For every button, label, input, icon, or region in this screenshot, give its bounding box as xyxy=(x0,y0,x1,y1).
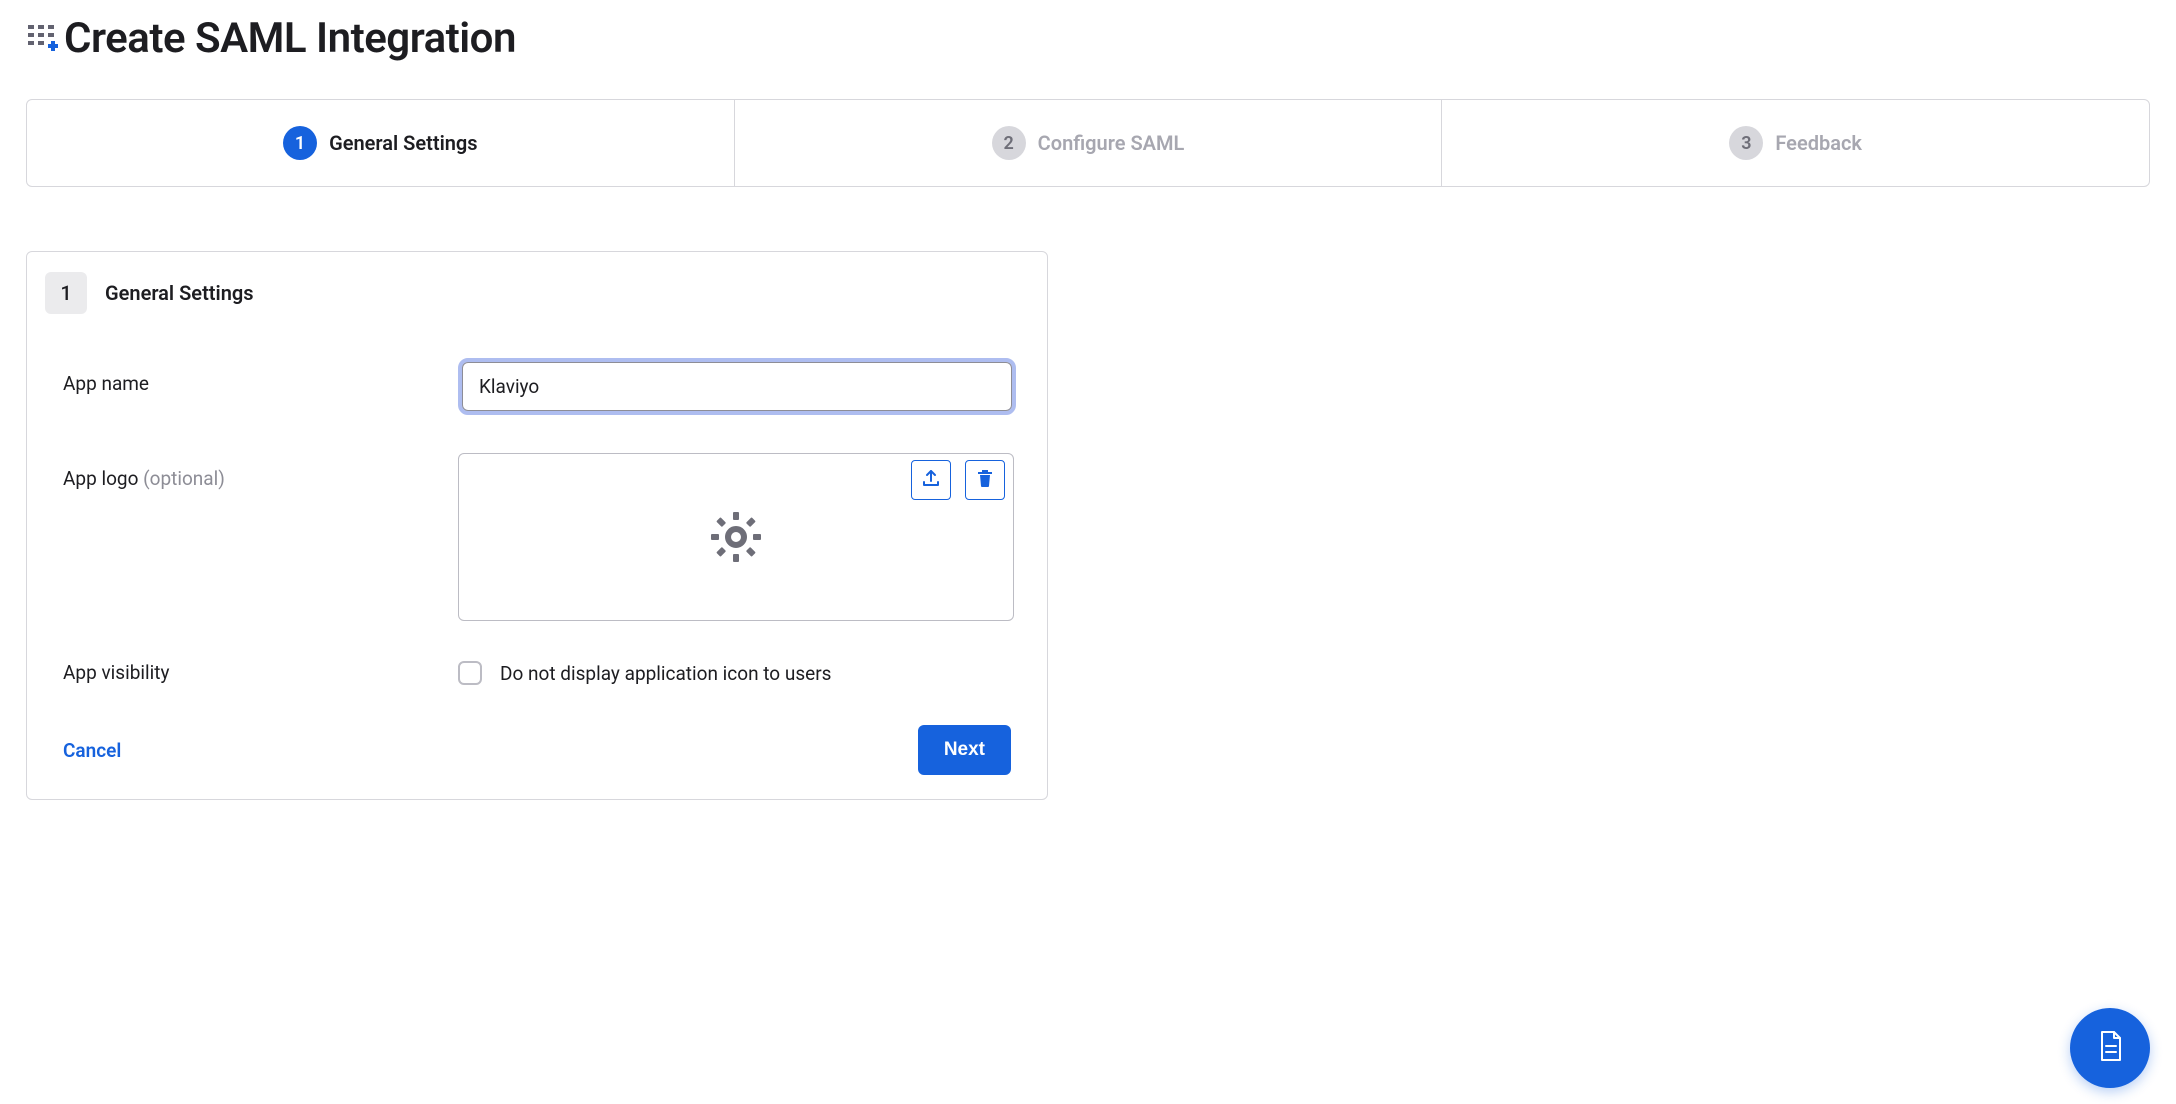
trash-icon xyxy=(976,468,994,492)
section-title: General Settings xyxy=(105,281,254,305)
step-label-3: Feedback xyxy=(1775,131,1862,155)
visibility-checkbox-label: Do not display application icon to users xyxy=(500,662,831,685)
step-badge-1: 1 xyxy=(283,126,317,160)
gear-icon xyxy=(710,511,762,563)
step-feedback[interactable]: 3 Feedback xyxy=(1442,100,2149,186)
upload-icon xyxy=(921,468,941,492)
apps-grid-icon xyxy=(26,22,60,60)
page-title: Create SAML Integration xyxy=(64,14,516,63)
help-fab[interactable] xyxy=(2070,1008,2150,1088)
step-label-2: Configure SAML xyxy=(1038,131,1185,155)
app-logo-label-text: App logo xyxy=(63,467,143,490)
step-badge-2: 2 xyxy=(992,126,1026,160)
app-logo-label: App logo (optional) xyxy=(63,453,458,490)
upload-logo-button[interactable] xyxy=(911,460,951,500)
step-badge-3: 3 xyxy=(1729,126,1763,160)
visibility-checkbox[interactable] xyxy=(458,661,482,685)
app-name-input[interactable] xyxy=(462,362,1012,411)
section-number: 1 xyxy=(45,272,87,314)
general-settings-card: 1 General Settings App name App logo (op… xyxy=(26,251,1048,800)
step-general-settings[interactable]: 1 General Settings xyxy=(27,100,735,186)
app-name-label: App name xyxy=(63,358,458,395)
document-icon xyxy=(2094,1028,2126,1068)
app-logo-optional: (optional) xyxy=(143,467,225,490)
step-label-1: General Settings xyxy=(329,131,478,155)
app-visibility-label: App visibility xyxy=(63,659,458,684)
next-button[interactable]: Next xyxy=(918,725,1011,775)
delete-logo-button[interactable] xyxy=(965,460,1005,500)
wizard-steps: 1 General Settings 2 Configure SAML 3 Fe… xyxy=(26,99,2150,187)
app-logo-dropzone[interactable] xyxy=(458,453,1014,621)
step-configure-saml[interactable]: 2 Configure SAML xyxy=(735,100,1443,186)
cancel-button[interactable]: Cancel xyxy=(63,739,121,762)
